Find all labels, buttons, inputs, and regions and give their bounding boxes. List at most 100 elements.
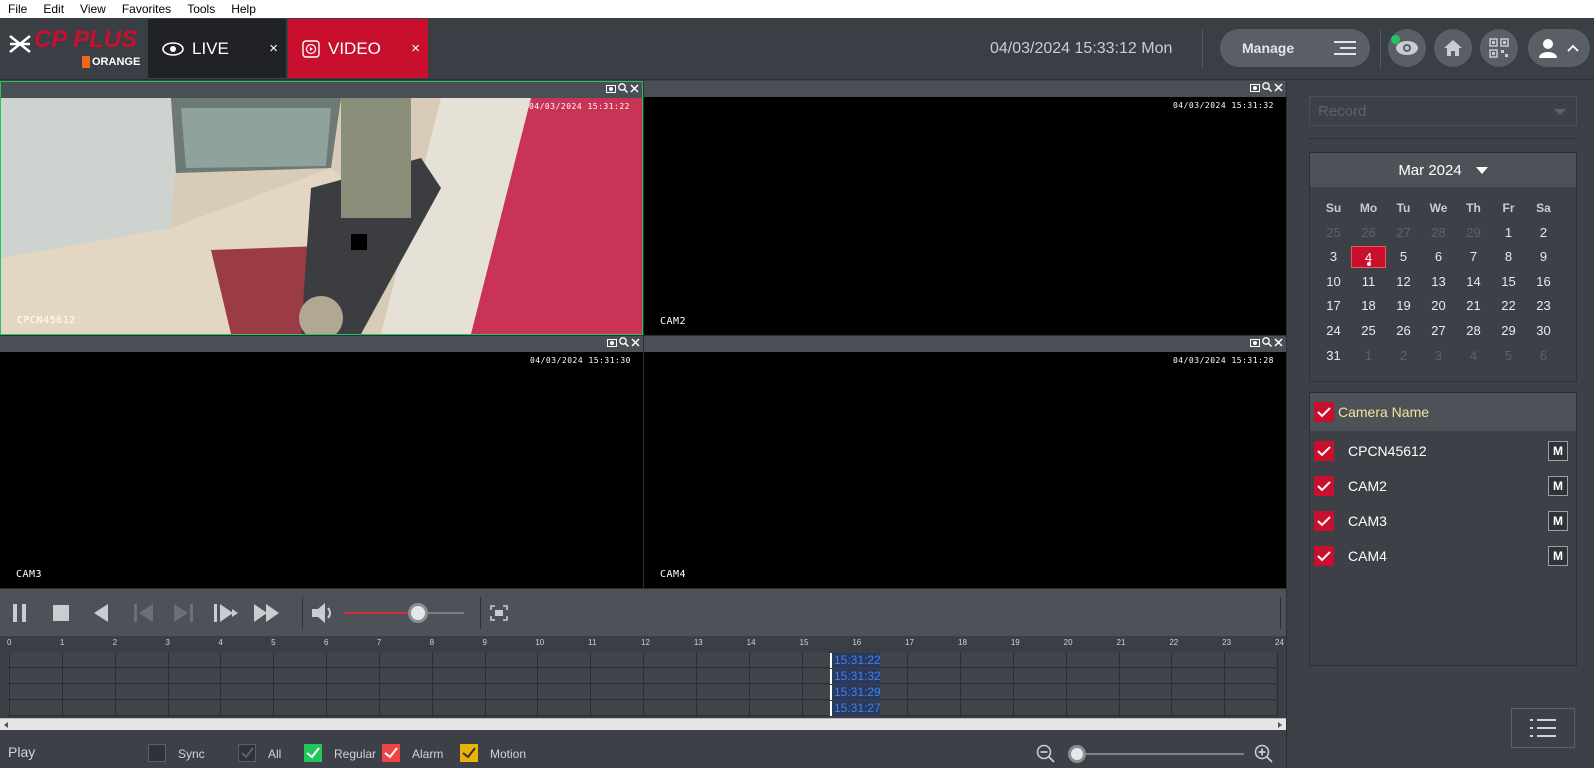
motion-checkbox[interactable]: [460, 744, 478, 762]
calendar-day[interactable]: 24: [1316, 320, 1351, 342]
snapshot-icon[interactable]: [607, 338, 617, 347]
snapshot-icon[interactable]: [606, 84, 616, 93]
calendar-day[interactable]: 12: [1386, 271, 1421, 293]
file-list-button[interactable]: [1511, 708, 1575, 748]
calendar-day[interactable]: 28: [1456, 320, 1491, 342]
scroll-left-icon[interactable]: [2, 721, 10, 729]
menu-file[interactable]: File: [0, 2, 35, 16]
calendar-day[interactable]: 29: [1491, 320, 1526, 342]
timeline-marker-4[interactable]: 15:31:27: [830, 701, 881, 716]
calendar-day-selected[interactable]: 4: [1351, 246, 1386, 269]
timeline-marker-1[interactable]: 15:31:22: [830, 653, 881, 668]
timeline-scrollbar[interactable]: [0, 718, 1286, 730]
all-checkbox[interactable]: [238, 744, 256, 762]
zoom-slider[interactable]: [1068, 745, 1244, 763]
camera-item[interactable]: CAM4 M: [1314, 544, 1576, 568]
calendar-day[interactable]: 11: [1351, 271, 1386, 293]
camera-checkbox[interactable]: [1314, 476, 1334, 496]
tab-live[interactable]: LIVE ×: [148, 19, 286, 78]
timeline-row[interactable]: [8, 669, 1276, 684]
calendar-day[interactable]: 31: [1316, 345, 1351, 367]
calendar-day[interactable]: 6: [1421, 246, 1456, 268]
close-icon[interactable]: [1274, 82, 1283, 92]
previous-frame-icon[interactable]: [133, 603, 155, 623]
main-stream-button[interactable]: M: [1548, 546, 1568, 566]
stop-icon[interactable]: [52, 604, 70, 622]
calendar-day[interactable]: 6: [1526, 345, 1561, 367]
zoom-icon[interactable]: [1262, 337, 1272, 347]
calendar-day[interactable]: 22: [1491, 295, 1526, 317]
calendar-day[interactable]: 29: [1456, 222, 1491, 244]
calendar-day[interactable]: 26: [1386, 320, 1421, 342]
timeline-row[interactable]: [8, 685, 1276, 700]
sync-checkbox[interactable]: [148, 744, 166, 762]
calendar-day[interactable]: 21: [1456, 295, 1491, 317]
snapshot-icon[interactable]: [1250, 338, 1260, 347]
menu-view[interactable]: View: [72, 2, 114, 16]
snapshot-icon[interactable]: [1250, 83, 1260, 92]
qr-code-button[interactable]: [1480, 29, 1518, 67]
video-pane-3[interactable]: 04/03/2024 15:31:30 CAM3: [0, 335, 643, 588]
tab-live-close-icon[interactable]: ×: [269, 40, 278, 57]
user-menu-button[interactable]: [1528, 29, 1590, 67]
tab-video[interactable]: VIDEO ×: [288, 19, 428, 78]
calendar-day[interactable]: 3: [1316, 246, 1351, 268]
menu-help[interactable]: Help: [223, 2, 264, 16]
calendar-day[interactable]: 18: [1351, 295, 1386, 317]
timeline-row[interactable]: [8, 653, 1276, 668]
next-frame-icon[interactable]: [172, 603, 194, 623]
calendar-header[interactable]: Mar 2024: [1310, 153, 1576, 187]
calendar-day[interactable]: 3: [1421, 345, 1456, 367]
calendar-day[interactable]: 19: [1386, 295, 1421, 317]
close-icon[interactable]: [1274, 337, 1283, 347]
close-icon[interactable]: [631, 337, 640, 347]
calendar-day[interactable]: 27: [1386, 222, 1421, 244]
calendar-day[interactable]: 13: [1421, 271, 1456, 293]
camera-checkbox[interactable]: [1314, 546, 1334, 566]
volume-icon[interactable]: [310, 602, 336, 624]
camera-item[interactable]: CAM3 M: [1314, 509, 1576, 533]
record-type-select[interactable]: Record: [1309, 96, 1577, 126]
pause-icon[interactable]: [12, 603, 28, 623]
menu-tools[interactable]: Tools: [179, 2, 223, 16]
zoom-in-icon[interactable]: [1254, 744, 1274, 764]
volume-slider[interactable]: [344, 603, 464, 623]
zoom-knob[interactable]: [1068, 745, 1086, 763]
calendar-day[interactable]: 16: [1526, 271, 1561, 293]
calendar-day[interactable]: 4: [1456, 345, 1491, 367]
timeline-marker-2[interactable]: 15:31:32: [830, 669, 881, 684]
camera-item[interactable]: CPCN45612 M: [1314, 439, 1576, 463]
video-pane-4[interactable]: 04/03/2024 15:31:28 CAM4: [643, 335, 1286, 588]
fast-forward-icon[interactable]: [253, 603, 281, 623]
menu-edit[interactable]: Edit: [35, 2, 72, 16]
video-pane-1[interactable]: 04/03/2024 15:31:22 CPCN45612: [0, 81, 643, 335]
calendar-day[interactable]: 20: [1421, 295, 1456, 317]
zoom-icon[interactable]: [1262, 82, 1272, 92]
calendar-day[interactable]: 17: [1316, 295, 1351, 317]
calendar-day[interactable]: 25: [1316, 222, 1351, 244]
calendar-day[interactable]: 30: [1526, 320, 1561, 342]
tab-video-close-icon[interactable]: ×: [411, 40, 420, 57]
reverse-play-icon[interactable]: [92, 603, 110, 623]
calendar-day[interactable]: 9: [1526, 246, 1561, 268]
scroll-right-icon[interactable]: [1276, 721, 1284, 729]
calendar-day[interactable]: 28: [1421, 222, 1456, 244]
calendar-day[interactable]: 2: [1526, 222, 1561, 244]
calendar-day[interactable]: 27: [1421, 320, 1456, 342]
zoom-out-icon[interactable]: [1036, 744, 1056, 764]
main-stream-button[interactable]: M: [1548, 476, 1568, 496]
timeline[interactable]: 0 1 2 3 4 5 6 7 8 9 10 11 12 13 14 15 16 17 18 19 20 21 22 23 24…: [0, 636, 1286, 730]
calendar-day[interactable]: 2: [1386, 345, 1421, 367]
calendar-day[interactable]: 25: [1351, 320, 1386, 342]
regular-checkbox[interactable]: [304, 744, 322, 762]
main-stream-button[interactable]: M: [1548, 441, 1568, 461]
fullscreen-icon[interactable]: [490, 605, 508, 621]
calendar-day[interactable]: 5: [1491, 345, 1526, 367]
slow-play-icon[interactable]: [213, 603, 239, 623]
calendar-day[interactable]: 5: [1386, 246, 1421, 268]
zoom-icon[interactable]: [619, 337, 629, 347]
timeline-marker-3[interactable]: 15:31:29: [830, 685, 881, 700]
select-all-checkbox[interactable]: [1314, 402, 1334, 422]
volume-knob[interactable]: [408, 603, 429, 623]
calendar-day[interactable]: 26: [1351, 222, 1386, 244]
